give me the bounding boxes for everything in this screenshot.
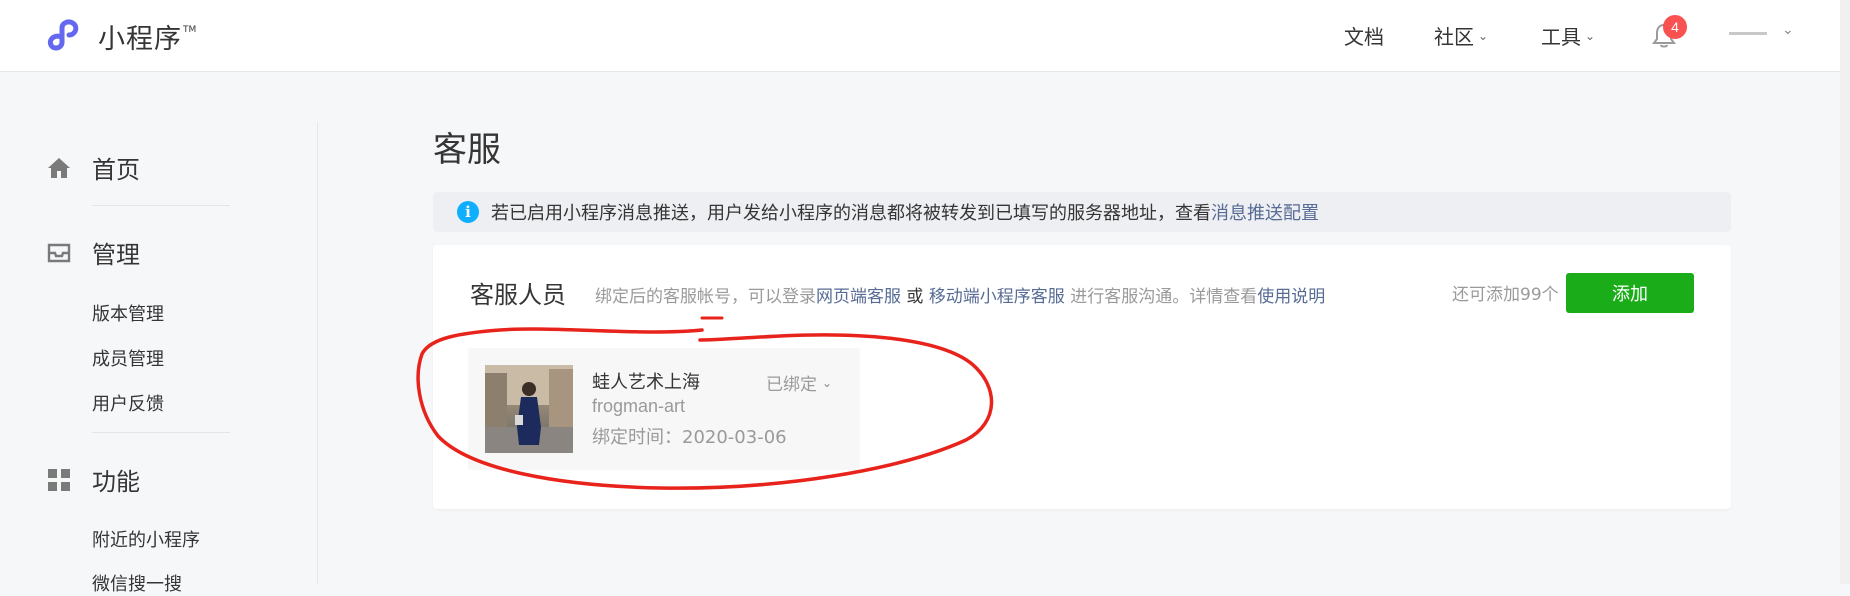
info-icon: i xyxy=(457,201,479,223)
person-photo-icon xyxy=(485,365,573,453)
sidebar-item-home[interactable]: 首页 xyxy=(46,150,140,185)
trademark-mark: TM xyxy=(183,25,197,35)
sidebar-item-label: 首页 xyxy=(92,156,140,184)
member-account: frogman-art xyxy=(592,396,686,416)
card-title: 客服人员 xyxy=(470,281,566,309)
notice-text: 若已启用小程序消息推送，用户发给小程序的消息都将被转发到已填写的服务器地址，查看 xyxy=(491,203,1211,224)
sidebar-group-features[interactable]: 功能 xyxy=(46,462,140,497)
sidebar-item-members[interactable]: 成员管理 xyxy=(92,345,164,371)
sidebar-item-label: 管理 xyxy=(92,241,140,269)
desc-text: 进行客服沟通。详情查看 xyxy=(1064,287,1258,307)
web-service-link[interactable]: 网页端客服 xyxy=(816,287,901,307)
desc-or: 或 xyxy=(901,287,929,307)
app-logo[interactable]: 小程序 TM xyxy=(44,14,196,58)
nav-docs-label: 文档 xyxy=(1344,25,1384,49)
nav-tools[interactable]: 工具 ⌄ xyxy=(1541,21,1595,50)
nav-community[interactable]: 社区 ⌄ xyxy=(1434,21,1488,50)
chevron-down-icon[interactable]: ⌄ xyxy=(1782,22,1794,38)
notification-badge: 4 xyxy=(1663,15,1687,39)
desc-text: 绑定后的客服帐号，可以登录 xyxy=(595,287,816,307)
home-icon xyxy=(48,157,70,178)
sidebar xyxy=(0,72,318,584)
sidebar-item-wechat-search[interactable]: 微信搜一搜 xyxy=(92,570,182,596)
customer-service-card: 客服人员 绑定后的客服帐号，可以登录网页端客服 或 移动端小程序客服 进行客服沟… xyxy=(433,245,1731,509)
member-avatar xyxy=(485,365,573,453)
member-status-dropdown[interactable]: 已绑定 ⌄ xyxy=(766,370,832,395)
member-status-label: 已绑定 xyxy=(766,375,817,395)
remaining-count: 还可添加99个 xyxy=(1452,285,1559,305)
inbox-icon xyxy=(47,243,71,262)
member-name: 蛙人艺术上海 xyxy=(592,372,700,393)
member-card: 蛙人艺术上海 frogman-art 绑定时间：2020-03-06 已绑定 ⌄ xyxy=(468,348,860,470)
sidebar-item-version[interactable]: 版本管理 xyxy=(92,300,164,326)
sidebar-divider xyxy=(92,432,230,433)
notice-banner: i 若已启用小程序消息推送，用户发给小程序的消息都将被转发到已填写的服务器地址，… xyxy=(433,192,1731,232)
chevron-down-icon: ⌄ xyxy=(822,375,833,390)
member-bind-time: 绑定时间：2020-03-06 xyxy=(592,427,787,448)
miniprogram-logo-icon xyxy=(47,19,79,51)
add-button[interactable]: 添加 xyxy=(1566,273,1694,313)
sidebar-item-feedback[interactable]: 用户反馈 xyxy=(92,390,164,416)
top-header: 小程序 TM 文档 社区 ⌄ 工具 ⌄ 4 ⌄ xyxy=(0,0,1850,72)
user-account-name[interactable] xyxy=(1729,32,1767,35)
sidebar-group-manage[interactable]: 管理 xyxy=(46,235,140,270)
app-name: 小程序 xyxy=(98,23,182,55)
message-push-config-link[interactable]: 消息推送配置 xyxy=(1211,199,1319,225)
grid-icon xyxy=(48,468,70,491)
page-scrollbar[interactable] xyxy=(1840,0,1850,584)
help-link[interactable]: 使用说明 xyxy=(1257,287,1325,307)
mobile-service-link[interactable]: 移动端小程序客服 xyxy=(929,287,1065,307)
chevron-down-icon: ⌄ xyxy=(1478,28,1489,43)
nav-docs[interactable]: 文档 xyxy=(1344,21,1384,50)
page-title: 客服 xyxy=(433,130,501,170)
sidebar-item-label: 功能 xyxy=(92,468,140,496)
nav-tools-label: 工具 xyxy=(1541,25,1581,49)
card-description: 绑定后的客服帐号，可以登录网页端客服 或 移动端小程序客服 进行客服沟通。详情查… xyxy=(595,282,1325,307)
nav-community-label: 社区 xyxy=(1434,25,1474,49)
sidebar-item-nearby[interactable]: 附近的小程序 xyxy=(92,526,200,552)
sidebar-border xyxy=(317,122,318,584)
chevron-down-icon: ⌄ xyxy=(1585,28,1596,43)
sidebar-divider xyxy=(92,205,230,206)
